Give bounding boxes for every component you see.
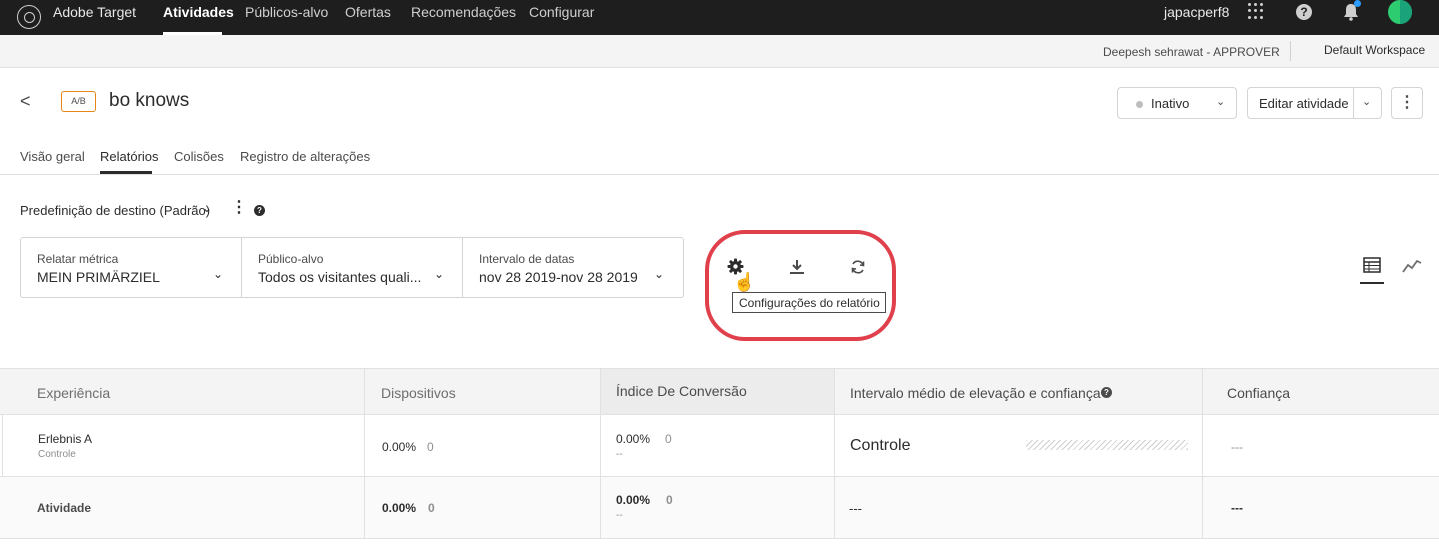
download-icon[interactable] bbox=[789, 259, 805, 275]
edit-activity-button[interactable]: Editar atividade bbox=[1259, 96, 1349, 111]
devices-pct: 0.00% bbox=[382, 440, 417, 454]
conversion-pct: 0.00% bbox=[616, 432, 651, 446]
table-row[interactable] bbox=[0, 415, 1439, 477]
workspace-selector[interactable]: Default Workspace bbox=[1324, 43, 1425, 57]
report-metric-dropdown[interactable]: Relatar métrica MEIN PRIMÄRZIEL ⌄ bbox=[21, 238, 242, 297]
nav-item-recomendacoes[interactable]: Recomendações bbox=[411, 4, 516, 20]
activity-type-badge: A/B bbox=[61, 91, 96, 112]
devices-count: 0 bbox=[427, 440, 434, 454]
lift-control-label: Controle bbox=[850, 437, 911, 454]
lift-value: --- bbox=[849, 501, 862, 516]
audience-caption: Público-alvo bbox=[258, 252, 324, 266]
column-header-label: Confiança bbox=[1227, 385, 1291, 401]
conversion-sub: -- bbox=[616, 510, 623, 521]
chevron-down-icon: ⌄ bbox=[654, 267, 665, 281]
apps-grid-icon[interactable] bbox=[1248, 3, 1264, 19]
date-range-dropdown[interactable]: Intervalo de datas nov 28 2019-nov 28 20… bbox=[463, 238, 683, 297]
activity-title: bo knows bbox=[109, 90, 190, 111]
status-dot-icon bbox=[1136, 101, 1143, 108]
audience-value: Todos os visitantes quali... bbox=[258, 269, 422, 285]
audience-dropdown[interactable]: Público-alvo Todos os visitantes quali..… bbox=[242, 238, 463, 297]
column-header-dispositivos[interactable]: Dispositivos bbox=[365, 368, 600, 415]
edit-options-chevron-icon[interactable]: ⌄ bbox=[1362, 95, 1371, 108]
experience-sub: Controle bbox=[38, 449, 76, 460]
settings-tooltip: Configurações do relatório bbox=[732, 292, 886, 313]
column-header-indice-de-conversao[interactable]: Índice De Conversão bbox=[600, 368, 834, 415]
edit-activity-split-button: Editar atividade ⌄ bbox=[1247, 87, 1382, 119]
column-header-label: Intervalo médio de elevação e confiança bbox=[850, 385, 1101, 401]
tab-relatorios[interactable]: Relatórios bbox=[100, 149, 159, 164]
column-header-confianca[interactable]: Confiança bbox=[1203, 368, 1439, 415]
user-role: Deepesh sehrawat - APPROVER bbox=[1103, 45, 1280, 59]
hand-cursor-icon: ☝ bbox=[733, 272, 756, 292]
table-row-total bbox=[0, 477, 1439, 539]
nav-item-publicos-alvo[interactable]: Públicos-alvo bbox=[245, 4, 328, 20]
row-selection-border bbox=[2, 415, 3, 477]
total-row-label: Atividade bbox=[37, 501, 92, 515]
tab-registro-de-alteracoes[interactable]: Registro de alterações bbox=[240, 149, 370, 164]
avatar[interactable] bbox=[1388, 0, 1412, 24]
conversion-count: 0 bbox=[666, 493, 673, 507]
workspace-bar: Deepesh sehrawat - APPROVER Default Work… bbox=[0, 35, 1439, 68]
divider bbox=[1202, 368, 1203, 539]
back-chevron-icon[interactable]: < bbox=[20, 91, 31, 112]
devices-pct: 0.00% bbox=[382, 501, 417, 515]
help-icon[interactable]: ? bbox=[1101, 387, 1112, 398]
status-dropdown[interactable]: Inativo ⌄ bbox=[1117, 87, 1237, 119]
conversion-sub: -- bbox=[616, 449, 623, 460]
tab-visao-geral[interactable]: Visão geral bbox=[20, 149, 85, 164]
tab-colisoes[interactable]: Colisões bbox=[174, 149, 224, 164]
lift-range-bar bbox=[1026, 440, 1188, 450]
divider bbox=[1290, 41, 1291, 61]
divider bbox=[834, 368, 835, 539]
chevron-down-icon: ⌄ bbox=[1216, 96, 1226, 108]
graph-view-icon[interactable] bbox=[1402, 258, 1422, 274]
notification-dot bbox=[1354, 0, 1361, 7]
status-label: Inativo bbox=[1151, 96, 1190, 111]
column-header-label: Índice De Conversão bbox=[616, 383, 747, 399]
date-range-caption: Intervalo de datas bbox=[479, 252, 575, 266]
divider bbox=[0, 174, 1439, 175]
column-header-label: Experiência bbox=[37, 385, 111, 401]
divider bbox=[600, 368, 601, 539]
devices-count: 0 bbox=[428, 501, 435, 515]
nav-item-configurar[interactable]: Configurar bbox=[529, 4, 594, 20]
table-view-icon[interactable] bbox=[1363, 257, 1381, 273]
refresh-icon[interactable] bbox=[850, 259, 866, 275]
divider bbox=[364, 368, 365, 539]
report-metric-value: MEIN PRIMÄRZIEL bbox=[37, 269, 160, 285]
report-metric-caption: Relatar métrica bbox=[37, 252, 119, 266]
help-icon[interactable]: ? bbox=[1296, 4, 1312, 20]
column-header-experiencia[interactable]: Experiência bbox=[0, 368, 365, 415]
top-nav: Adobe Target Atividades Públicos-alvo Of… bbox=[0, 0, 1439, 35]
more-options-button[interactable]: ⋮ bbox=[1391, 87, 1423, 119]
conversion-count: 0 bbox=[665, 432, 672, 446]
column-header-label: Dispositivos bbox=[381, 385, 456, 401]
confidence-value: --- bbox=[1231, 440, 1243, 454]
preset-more-icon[interactable]: ⋮ bbox=[231, 200, 247, 216]
help-icon[interactable]: ? bbox=[254, 205, 265, 216]
report-filters: Relatar métrica MEIN PRIMÄRZIEL ⌄ Públic… bbox=[20, 237, 684, 298]
confidence-value: --- bbox=[1231, 501, 1243, 515]
brand-name[interactable]: Adobe Target bbox=[53, 4, 136, 20]
column-header-intervalo[interactable]: Intervalo médio de elevação e confiança … bbox=[834, 368, 1203, 415]
chevron-down-icon: ⌄ bbox=[213, 267, 224, 281]
chevron-down-icon[interactable]: ⌄ bbox=[202, 201, 212, 215]
chevron-down-icon: ⌄ bbox=[434, 267, 445, 281]
active-view-indicator bbox=[1360, 282, 1384, 284]
conversion-pct: 0.00% bbox=[616, 493, 651, 507]
nav-item-atividades[interactable]: Atividades bbox=[163, 4, 234, 20]
divider bbox=[1353, 88, 1354, 118]
target-preset-selector[interactable]: Predefinição de destino (Padrão) bbox=[20, 203, 210, 218]
date-range-value: nov 28 2019-nov 28 2019 bbox=[479, 269, 638, 285]
nav-item-ofertas[interactable]: Ofertas bbox=[345, 4, 391, 20]
adobe-target-logo-icon[interactable] bbox=[17, 5, 41, 29]
experience-name[interactable]: Erlebnis A bbox=[38, 432, 92, 446]
user-name[interactable]: japacperf8 bbox=[1164, 4, 1229, 20]
